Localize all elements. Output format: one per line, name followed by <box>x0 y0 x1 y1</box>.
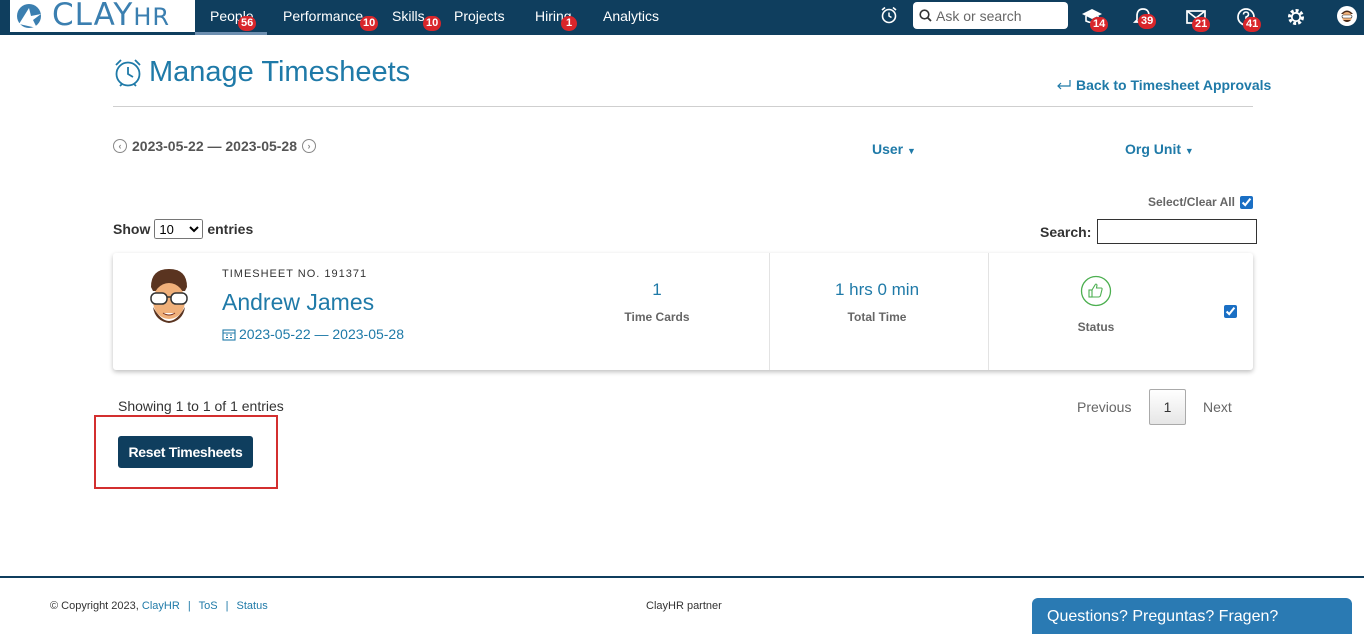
timesheet-card[interactable]: TIMESHEET NO. 191371 Andrew James 2023-0… <box>113 253 1253 370</box>
time-cards-label: Time Cards <box>624 310 690 324</box>
settings-gear-icon[interactable] <box>1285 6 1307 28</box>
show-label: Show <box>113 221 151 237</box>
status-block: Status <box>1058 275 1134 334</box>
showing-entries-info: Showing 1 to 1 of 1 entries <box>118 398 284 414</box>
timesheet-dates-text: 2023-05-22 — 2023-05-28 <box>239 326 405 342</box>
footer-clayhr-link[interactable]: ClayHR <box>142 600 180 612</box>
nav-people-badge: 56 <box>238 16 257 31</box>
reset-timesheets-button[interactable]: Reset Timesheets <box>118 436 253 468</box>
nav-analytics-label: Analytics <box>603 8 660 24</box>
nav-hiring-badge: 1 <box>561 16 577 31</box>
nav-skills-label: Skills <box>392 8 425 24</box>
help-chat-button[interactable]: Questions? Preguntas? Fragen? <box>1032 598 1352 634</box>
nav-performance-label: Performance <box>283 8 364 24</box>
footer-partner-text: ClayHR partner <box>646 600 722 612</box>
messages-badge: 21 <box>1192 17 1211 32</box>
learning-badge: 14 <box>1090 17 1109 32</box>
total-time-metric: 1 hrs 0 min Total Time <box>813 280 941 324</box>
table-search-label: Search: <box>1040 223 1092 240</box>
footer-tos-link[interactable]: ToS <box>199 600 218 612</box>
employee-name[interactable]: Andrew James <box>222 289 374 316</box>
caret-down-icon: ▼ <box>1184 146 1194 156</box>
nav-projects-label: Projects <box>454 8 505 24</box>
nav-skills[interactable]: Skills 10 <box>392 0 442 35</box>
logo-text: CLAY <box>52 0 134 33</box>
search-icon <box>919 9 932 22</box>
user-filter-label: User <box>872 141 904 157</box>
show-entries-control: Show 102550100 entries <box>113 219 253 239</box>
user-avatar-icon[interactable] <box>1336 5 1358 27</box>
card-divider <box>769 253 770 370</box>
footer-divider <box>0 576 1364 578</box>
nav-people[interactable]: People 56 <box>195 0 267 35</box>
footer-separator: | <box>187 600 191 612</box>
footer-copyright: © Copyright 2023, ClayHR | ToS | Status <box>50 600 268 612</box>
page-size-select[interactable]: 102550100 <box>154 219 204 239</box>
page-title: Manage Timesheets <box>113 56 410 89</box>
select-clear-all-label: Select/Clear All <box>1148 195 1235 209</box>
global-search-input[interactable] <box>936 7 1061 24</box>
logo-suffix: HR <box>133 3 171 31</box>
date-range-navigator: ‹ 2023-05-22 — 2023-05-28 › <box>113 138 321 154</box>
employee-avatar <box>150 269 188 323</box>
org-unit-filter-label: Org Unit <box>1125 141 1181 157</box>
nav-hiring[interactable]: Hiring 1 <box>535 0 577 35</box>
notifications-badge: 39 <box>1138 14 1157 29</box>
top-navbar: CLAYHR People 56 Performance 10 Skills 1… <box>0 0 1364 35</box>
alarm-clock-icon <box>115 58 141 87</box>
nav-projects[interactable]: Projects <box>454 0 505 35</box>
timesheet-clock-icon[interactable] <box>879 5 899 25</box>
nav-analytics[interactable]: Analytics <box>603 0 659 35</box>
timesheet-dates: 2023-05-22 — 2023-05-28 <box>222 326 404 342</box>
nav-performance[interactable]: Performance 10 <box>283 0 379 35</box>
back-to-approvals-link[interactable]: Back to Timesheet Approvals <box>1056 77 1271 93</box>
time-cards-metric: 1 Time Cards <box>607 280 707 324</box>
entries-label: entries <box>207 221 254 237</box>
return-arrow-icon <box>1057 80 1071 90</box>
status-label: Status <box>1077 320 1115 334</box>
select-clear-all[interactable]: Select/Clear All <box>1148 195 1253 209</box>
date-range-text: 2023-05-22 — 2023-05-28 <box>132 138 298 154</box>
timesheet-row-checkbox[interactable] <box>1224 305 1237 318</box>
caret-down-icon: ▼ <box>907 146 916 156</box>
timesheet-number: TIMESHEET NO. 191371 <box>222 268 368 280</box>
clayhr-logo[interactable]: CLAYHR <box>10 0 195 32</box>
logo-mark-icon <box>17 4 41 28</box>
thumbs-up-status-icon[interactable] <box>1080 275 1112 307</box>
footer-status-link[interactable]: Status <box>237 600 268 612</box>
previous-week-icon[interactable]: ‹ <box>113 139 127 153</box>
pagination-previous[interactable]: Previous <box>1077 399 1131 415</box>
back-link-label: Back to Timesheet Approvals <box>1076 77 1272 93</box>
total-time-value: 1 hrs 0 min <box>834 280 920 299</box>
select-all-checkbox[interactable] <box>1239 195 1253 209</box>
pagination-page-1[interactable]: 1 <box>1149 389 1186 425</box>
header-divider <box>113 106 1253 107</box>
help-badge: 41 <box>1243 17 1262 32</box>
next-week-icon[interactable]: › <box>302 139 317 153</box>
card-divider <box>988 253 989 370</box>
org-unit-filter-dropdown[interactable]: Org Unit ▼ <box>1125 141 1194 157</box>
user-filter-dropdown[interactable]: User ▼ <box>872 141 916 157</box>
nav-skills-badge: 10 <box>423 16 442 31</box>
calendar-icon <box>222 328 236 341</box>
copyright-text: © Copyright 2023, <box>50 600 139 612</box>
table-search: Search: <box>1040 219 1258 244</box>
global-search[interactable] <box>913 2 1068 29</box>
total-time-label: Total Time <box>847 310 907 324</box>
nav-performance-badge: 10 <box>360 16 379 31</box>
time-cards-value: 1 <box>652 280 662 299</box>
page-title-text: Manage Timesheets <box>149 56 411 88</box>
footer-separator: | <box>225 600 229 612</box>
pagination-next[interactable]: Next <box>1203 399 1232 415</box>
table-search-input[interactable] <box>1097 219 1258 244</box>
